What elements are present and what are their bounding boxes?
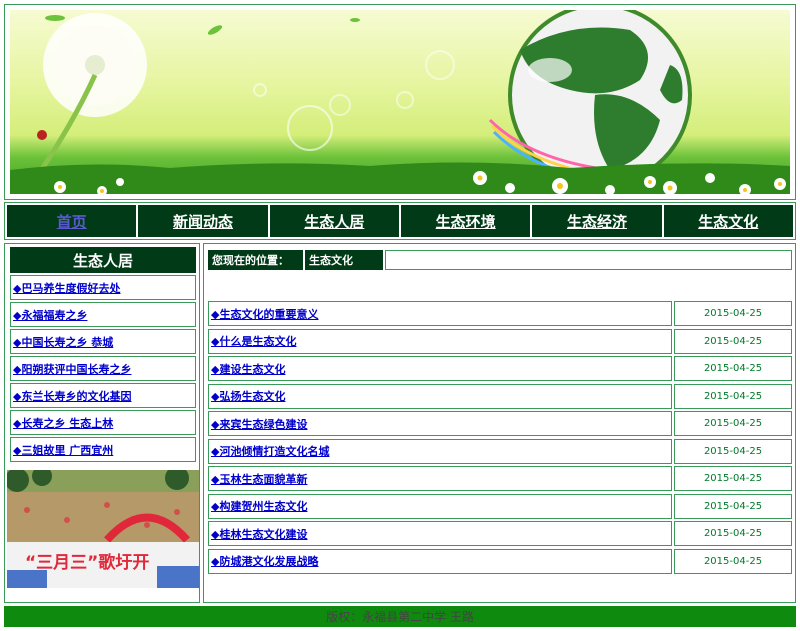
sidebar-link[interactable]: ◆中国长寿之乡 恭城 [10,329,196,354]
nav-home[interactable]: 首页 [7,205,137,237]
photo-caption: “三月三”歌圩开 [25,552,149,573]
article-date: 2015-04-25 [674,301,792,326]
sidebar-link[interactable]: ◆东兰长寿乡的文化基因 [10,383,196,408]
article-date: 2015-04-25 [674,548,792,574]
article-row: ◆弘扬生态文化 2015-04-25 [208,383,792,409]
sidebar-link[interactable]: ◆永福福寿之乡 [10,302,196,327]
article-row: ◆河池倾情打造文化名城 2015-04-25 [208,438,792,464]
article-link[interactable]: ◆什么是生态文化 [208,328,672,354]
article-list: ◆生态文化的重要意义 2015-04-25 ◆什么是生态文化 2015-04-2… [208,301,792,576]
breadcrumb: 您现在的位置： 生态文化 [208,250,792,270]
sidebar-link[interactable]: ◆三姐故里 广西宜州 [10,437,196,462]
sidebar-list: ◆巴马养生度假好去处 ◆永福福寿之乡 ◆中国长寿之乡 恭城 ◆阳朔获评中国长寿之… [10,275,196,464]
article-row: ◆建设生态文化 2015-04-25 [208,356,792,381]
article-link[interactable]: ◆桂林生态文化建设 [208,521,672,546]
main-content: 您现在的位置： 生态文化 ◆生态文化的重要意义 2015-04-25 ◆什么是生… [203,243,796,603]
nav-news[interactable]: 新闻动态 [138,205,268,237]
sidebar: 生态人居 ◆巴马养生度假好去处 ◆永福福寿之乡 ◆中国长寿之乡 恭城 ◆阳朔获评… [4,243,200,603]
location-label: 您现在的位置： [208,250,303,270]
globe-icon [488,10,692,187]
sidebar-link[interactable]: ◆巴马养生度假好去处 [10,275,196,300]
article-link[interactable]: ◆建设生态文化 [208,356,672,381]
sidebar-title: 生态人居 [10,247,196,273]
article-link[interactable]: ◆构建贺州生态文化 [208,493,672,519]
banner [4,4,796,200]
article-row: ◆构建贺州生态文化 2015-04-25 [208,493,792,519]
article-link[interactable]: ◆玉林生态面貌革新 [208,466,672,491]
article-date: 2015-04-25 [674,521,792,546]
sidebar-link[interactable]: ◆长寿之乡 生态上林 [10,410,196,435]
article-date: 2015-04-25 [674,493,792,519]
article-date: 2015-04-25 [674,411,792,436]
article-row: ◆玉林生态面貌革新 2015-04-25 [208,466,792,491]
nav-eco-culture[interactable]: 生态文化 [663,205,793,237]
footer-copyright: 版权：永福县第二中学 王路 [4,606,796,627]
nav-eco-economy[interactable]: 生态经济 [532,205,662,237]
article-link[interactable]: ◆生态文化的重要意义 [208,301,672,326]
article-link[interactable]: ◆防城港文化发展战略 [208,548,672,574]
banner-image [10,10,790,194]
article-date: 2015-04-25 [674,383,792,409]
article-link[interactable]: ◆来宾生态绿色建设 [208,411,672,436]
article-row: ◆来宾生态绿色建设 2015-04-25 [208,411,792,436]
nav-eco-environment[interactable]: 生态环境 [400,205,531,237]
article-row: ◆生态文化的重要意义 2015-04-25 [208,301,792,326]
article-link[interactable]: ◆弘扬生态文化 [208,383,672,409]
article-date: 2015-04-25 [674,328,792,354]
article-row: ◆什么是生态文化 2015-04-25 [208,328,792,354]
article-date: 2015-04-25 [674,356,792,381]
location-value: 生态文化 [305,250,383,270]
article-row: ◆防城港文化发展战略 2015-04-25 [208,548,792,574]
festival-photo: “三月三”歌圩开 [7,470,199,588]
nav-eco-living[interactable]: 生态人居 [269,205,399,237]
location-blank [385,250,792,270]
article-date: 2015-04-25 [674,438,792,464]
sidebar-link[interactable]: ◆阳朔获评中国长寿之乡 [10,356,196,381]
article-date: 2015-04-25 [674,466,792,491]
banner-illustration [10,10,790,194]
article-row: ◆桂林生态文化建设 2015-04-25 [208,521,792,546]
main-nav: 首页 新闻动态 生态人居 生态环境 生态经济 生态文化 [4,202,796,240]
article-link[interactable]: ◆河池倾情打造文化名城 [208,438,672,464]
